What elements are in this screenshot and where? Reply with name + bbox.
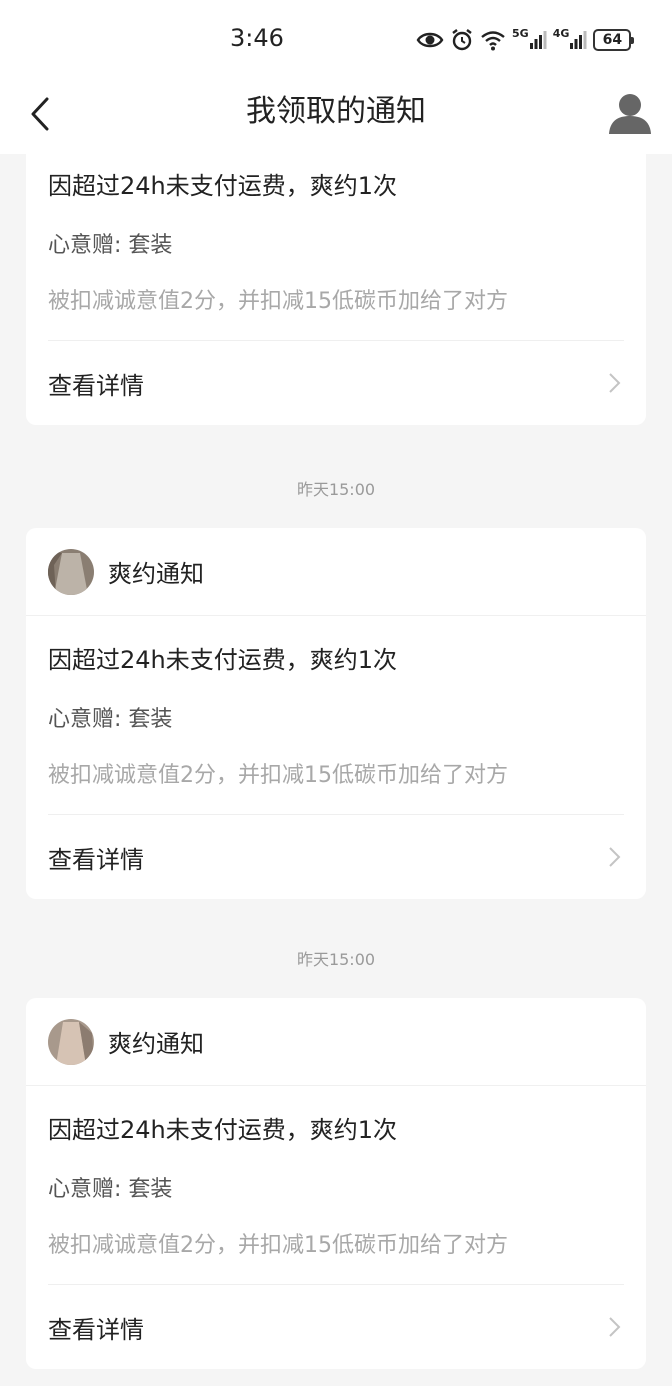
signal-5g-icon: 5G — [512, 26, 547, 54]
card-sender: 爽约通知 — [108, 560, 204, 588]
signal-4g-label: 4G — [552, 26, 570, 40]
card-item: 心意赠: 套装 — [48, 707, 173, 732]
notification-card: 爽约通知 因超过24h未支付运费，爽约1次 心意赠: 套装 被扣减诚意值2分，并… — [26, 528, 646, 899]
battery-level: 64 — [593, 29, 635, 51]
card-reason: 因超过24h未支付运费，爽约1次 — [48, 1116, 398, 1144]
card-penalty: 被扣减诚意值2分，并扣减15低碳币加给了对方 — [48, 763, 508, 788]
view-details-button[interactable]: 查看详情 — [26, 341, 646, 425]
card-item: 心意赠: 套装 — [48, 233, 173, 258]
page-title: 我领取的通知 — [246, 94, 426, 129]
chevron-right-icon — [609, 373, 621, 393]
status-icons: 5G 4G 64 — [416, 24, 637, 56]
card-body: 因超过24h未支付运费，爽约1次 心意赠: 套装 被扣减诚意值2分，并扣减15低… — [26, 628, 646, 804]
battery-icon: 64 — [593, 26, 635, 54]
view-details-label: 查看详情 — [48, 845, 144, 874]
user-profile-icon — [609, 94, 651, 134]
signal-5g-label: 5G — [512, 26, 529, 40]
card-header: 爽约通知 — [26, 998, 646, 1086]
notification-card: 因超过24h未支付运费，爽约1次 心意赠: 套装 被扣减诚意值2分，并扣减15低… — [26, 154, 646, 425]
view-details-label: 查看详情 — [48, 1315, 144, 1344]
eye-icon — [416, 26, 444, 54]
card-penalty: 被扣减诚意值2分，并扣减15低碳币加给了对方 — [48, 1233, 508, 1258]
status-time: 3:46 — [230, 24, 284, 52]
view-details-button[interactable]: 查看详情 — [26, 815, 646, 899]
notification-list[interactable]: 因超过24h未支付运费，爽约1次 心意赠: 套装 被扣减诚意值2分，并扣减15低… — [0, 154, 672, 1386]
card-penalty: 被扣减诚意值2分，并扣减15低碳币加给了对方 — [48, 289, 508, 314]
card-body: 因超过24h未支付运费，爽约1次 心意赠: 套装 被扣减诚意值2分，并扣减15低… — [26, 1098, 646, 1274]
timestamp: 昨天15:00 — [296, 480, 376, 499]
view-details-label: 查看详情 — [48, 371, 144, 400]
nav-bar: 我领取的通知 — [0, 78, 672, 154]
back-button[interactable] — [18, 92, 62, 136]
card-reason: 因超过24h未支付运费，爽约1次 — [48, 172, 398, 200]
avatar — [48, 1018, 94, 1065]
profile-button[interactable] — [606, 90, 654, 138]
chevron-right-icon — [609, 847, 621, 867]
card-reason: 因超过24h未支付运费，爽约1次 — [48, 646, 398, 674]
chevron-right-icon — [609, 1317, 621, 1337]
alarm-icon — [450, 26, 474, 54]
timestamp: 昨天15:00 — [296, 950, 376, 969]
back-arrow-icon — [31, 97, 49, 131]
card-item: 心意赠: 套装 — [48, 1177, 173, 1202]
card-sender: 爽约通知 — [108, 1030, 204, 1058]
card-body: 因超过24h未支付运费，爽约1次 心意赠: 套装 被扣减诚意值2分，并扣减15低… — [26, 154, 646, 330]
avatar — [48, 548, 94, 595]
status-bar: 3:46 5G 4G 64 — [0, 0, 672, 78]
wifi-icon — [480, 26, 506, 54]
view-details-button[interactable]: 查看详情 — [26, 1285, 646, 1369]
card-header: 爽约通知 — [26, 528, 646, 616]
signal-4g-icon: 4G — [553, 26, 588, 54]
notification-card: 爽约通知 因超过24h未支付运费，爽约1次 心意赠: 套装 被扣减诚意值2分，并… — [26, 998, 646, 1369]
